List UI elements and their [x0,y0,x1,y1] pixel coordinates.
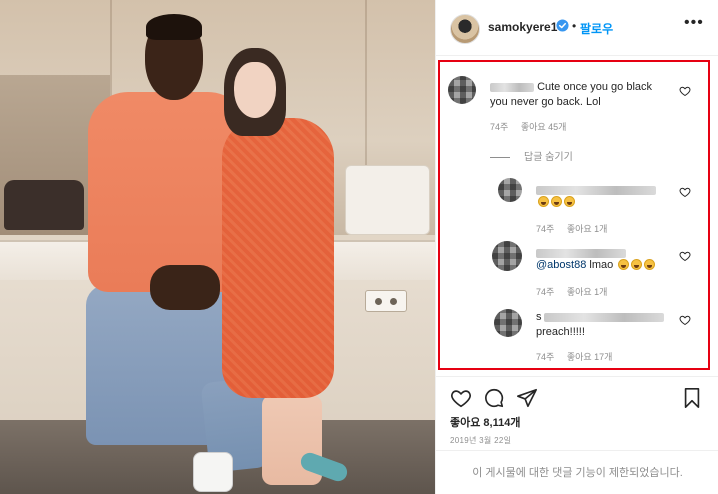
comments-restricted-notice: 이 게시물에 대한 댓글 기능이 제한되었습니다. [436,450,718,494]
reply-text: preach!!!!! [536,325,585,340]
person-right-dress [222,118,334,398]
mention-link[interactable]: @abost88 [536,259,586,271]
reply-meta: 74주 좋아요 17개 [536,350,622,363]
joy-emoji [618,259,630,270]
post-header: samokyere1 • 팔로우 ••• [436,0,718,56]
reply-time[interactable]: 74주 [536,224,554,234]
paper-plane-icon[interactable] [516,387,538,409]
author-avatar[interactable] [450,14,480,44]
comment-time[interactable]: 74주 [490,122,508,132]
rofl-emoji [551,196,562,207]
hide-replies-line [490,156,510,158]
reply-emoji-row [536,195,575,210]
hide-replies-button[interactable]: 답글 숨기기 [490,148,573,163]
rofl-emoji [564,196,575,207]
post-photo[interactable] [0,0,435,494]
reply-body: s [536,310,676,325]
bookmark-icon[interactable] [681,387,703,409]
reply-heart-icon[interactable] [679,314,691,326]
reply-time[interactable]: 74주 [536,287,554,297]
rofl-emoji [538,196,549,207]
blurred-username [490,82,534,92]
post-sidebar: samokyere1 • 팔로우 ••• Cute once you go bl… [435,0,718,494]
reply-avatar[interactable] [492,241,522,271]
reply-likes[interactable]: 좋아요 17개 [567,352,613,362]
reply-avatar[interactable] [498,178,522,202]
reply-text: @abost88 lmao [536,258,656,273]
comment-meta: 74주 좋아요 45개 [490,120,576,133]
commenter-avatar[interactable] [448,76,476,104]
blurred-username-initial: s [536,311,542,323]
reply-likes[interactable]: 좋아요 1개 [567,224,608,234]
joy-emoji [644,259,656,270]
reply-text-content: lmao [586,259,614,271]
reply-text-content: preach!!!!! [536,326,585,338]
person-right-face [234,62,276,118]
post-date[interactable]: 2019년 3월 22일 [450,435,511,446]
comment-text: Cute once you go black you never go back… [490,80,670,110]
reply-time[interactable]: 74주 [536,352,554,362]
reply-likes[interactable]: 좋아요 1개 [567,287,608,297]
photo-outlet [365,290,407,312]
photo-chair [4,180,84,230]
person-left-hair [146,14,202,40]
like-count[interactable]: 좋아요 8,114개 [450,414,520,430]
post-actions [436,376,718,408]
reply-heart-icon[interactable] [679,186,691,198]
person-left-hands [150,265,220,310]
hide-replies-label: 답글 숨기기 [524,152,573,163]
comment-body: Cute once you go black you never go back… [490,80,670,110]
blurred-username [543,312,664,322]
comment-heart-icon[interactable] [679,85,691,97]
comment-icon[interactable] [483,387,505,409]
heart-icon[interactable] [450,387,472,409]
reply-avatar[interactable] [494,309,522,337]
header-separator: • [572,19,577,33]
joy-emoji [631,259,643,270]
reply-meta: 74주 좋아요 1개 [536,285,617,298]
comment-likes[interactable]: 좋아요 45개 [521,122,567,132]
author-username[interactable]: samokyere1 [488,20,557,34]
blurred-username [536,249,626,259]
person-left-shoe [193,452,233,492]
photo-bag [345,165,430,235]
more-options-icon[interactable]: ••• [684,14,704,32]
reply-heart-icon[interactable] [679,250,691,262]
blurred-username [536,186,656,196]
reply-meta: 74주 좋아요 1개 [536,222,617,235]
follow-button[interactable]: 팔로우 [580,20,613,37]
verified-badge-icon [556,19,569,32]
